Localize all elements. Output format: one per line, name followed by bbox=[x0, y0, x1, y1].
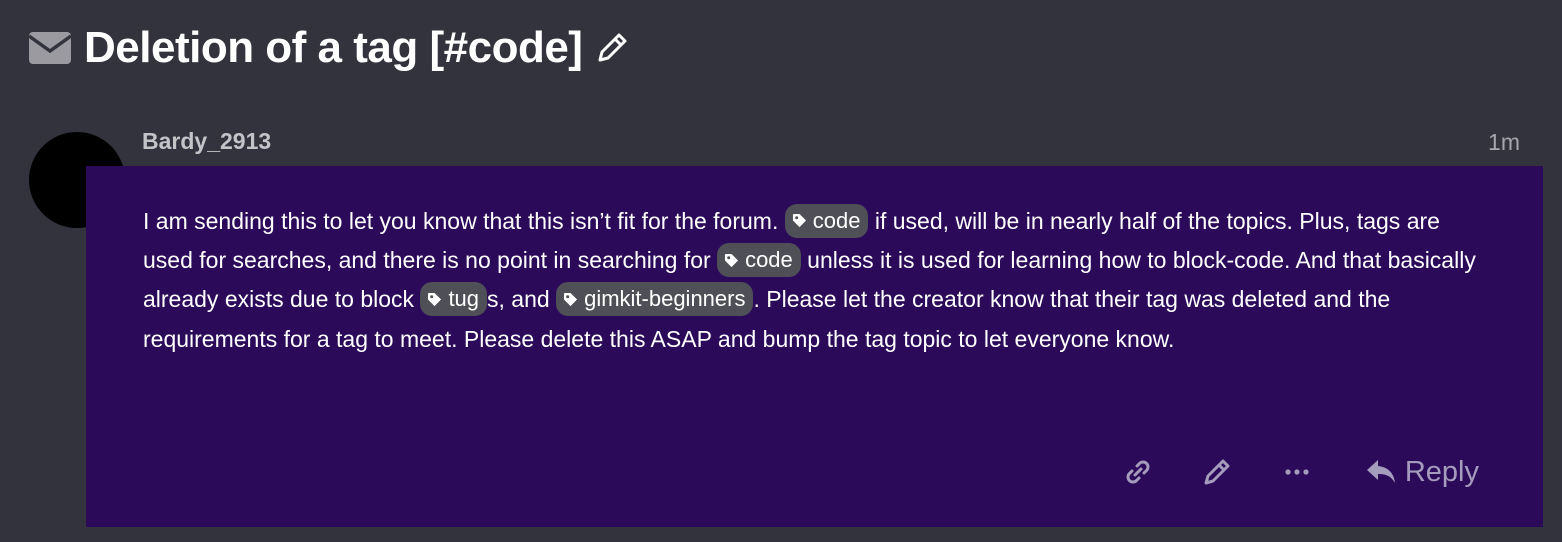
more-actions-button[interactable] bbox=[1277, 452, 1317, 492]
reply-button[interactable]: Reply bbox=[1365, 452, 1479, 492]
post-text-segment: I am sending this to let you know that t… bbox=[143, 208, 785, 234]
tag-icon bbox=[725, 253, 739, 267]
ellipsis-icon bbox=[1285, 469, 1309, 475]
reply-label: Reply bbox=[1404, 455, 1479, 488]
post-text-segment: s, and bbox=[487, 286, 557, 313]
post-body: I am sending this to let you know that t… bbox=[86, 166, 1543, 527]
post-date[interactable]: 1m bbox=[1488, 129, 1520, 156]
tag-label: code bbox=[745, 247, 793, 273]
post-username[interactable]: Bardy_2913 bbox=[142, 128, 271, 155]
tag-chip[interactable]: code bbox=[717, 243, 801, 278]
post-content: I am sending this to let you know that t… bbox=[143, 202, 1483, 359]
envelope-icon bbox=[28, 32, 72, 64]
tag-label: code bbox=[812, 207, 861, 233]
tag-icon bbox=[428, 292, 442, 306]
tag-label: tug bbox=[448, 286, 480, 312]
edit-post-button[interactable] bbox=[1197, 452, 1237, 492]
tag-chip[interactable]: code bbox=[784, 203, 869, 238]
tag-chip[interactable]: gimkit-beginners bbox=[556, 282, 754, 317]
tag-icon bbox=[564, 292, 578, 306]
tag-icon bbox=[792, 214, 806, 228]
pencil-icon[interactable] bbox=[594, 30, 630, 66]
tag-label: gimkit-beginners bbox=[584, 286, 746, 312]
tag-chip[interactable]: tug bbox=[420, 282, 488, 317]
post-actions: Reply bbox=[1118, 452, 1479, 492]
pencil-icon bbox=[1204, 459, 1230, 485]
share-link-button[interactable] bbox=[1118, 452, 1158, 492]
topic-header: Deletion of a tag [#code] bbox=[28, 22, 630, 74]
topic-page: Deletion of a tag [#code] Bardy_2913 1m … bbox=[0, 0, 1562, 542]
reply-arrow-icon bbox=[1366, 460, 1395, 483]
topic-title[interactable]: Deletion of a tag [#code] bbox=[84, 23, 583, 73]
link-icon bbox=[1126, 460, 1150, 484]
